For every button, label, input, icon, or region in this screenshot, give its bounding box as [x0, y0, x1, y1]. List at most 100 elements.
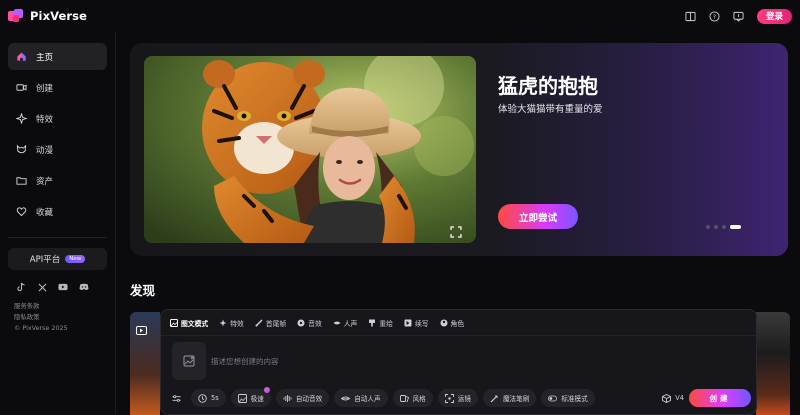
new-badge: New — [65, 255, 86, 263]
sidebar: 主页 创建 特效 动漫 资产 收藏 API平台 New 服务条款 隐私政策 © … — [0, 32, 116, 415]
model-selector[interactable]: V4 — [662, 393, 684, 403]
sparkle-icon — [219, 319, 227, 327]
folder-icon — [16, 175, 27, 186]
message-icon[interactable] — [733, 10, 745, 22]
sliders-icon — [171, 394, 181, 403]
camera-movement-button[interactable]: 运镜 — [437, 389, 478, 407]
banner-image[interactable] — [144, 56, 476, 243]
tab-label: 续写 — [414, 319, 429, 328]
discover-thumbnail[interactable] — [756, 312, 790, 415]
composer-toolbar: 5s 极速 自动音效 自动人声 风格 运镜 魔法笔刷 标准模式 V4 创建 — [166, 387, 751, 409]
top-bar: PixVerse ? 登录 — [0, 0, 800, 32]
settings-button[interactable] — [166, 389, 186, 407]
character-icon — [440, 319, 448, 327]
fullscreen-icon[interactable] — [450, 223, 462, 238]
duration-button[interactable]: 5s — [191, 389, 226, 407]
sidebar-divider — [8, 237, 107, 238]
tab-image-text[interactable]: 图文模式 — [170, 318, 208, 328]
style-label: 风格 — [412, 395, 426, 403]
tab-voice[interactable]: 人声 — [333, 318, 358, 328]
prompt-input[interactable]: 描述您想创建的内容 — [211, 356, 279, 367]
home-icon — [16, 51, 27, 62]
book-icon[interactable] — [685, 10, 697, 22]
privacy-link[interactable]: 隐私政策 — [14, 312, 107, 323]
app-name: PixVerse — [30, 9, 87, 23]
sidebar-item-label: 动漫 — [36, 145, 54, 156]
speed-label: 极速 — [250, 395, 264, 403]
sidebar-item-assets[interactable]: 资产 — [8, 167, 107, 194]
carousel-dot-active[interactable] — [730, 225, 741, 229]
image-icon — [170, 318, 178, 327]
help-icon[interactable]: ? — [709, 10, 721, 22]
tab-repaint[interactable]: 重绘 — [368, 318, 393, 328]
brush-icon — [368, 319, 376, 327]
clock-icon — [198, 393, 207, 403]
tab-start-end-frames[interactable]: 首尾帧 — [255, 318, 286, 328]
magic-brush-button[interactable]: 魔法笔刷 — [482, 389, 537, 407]
tiger-hug-illustration — [144, 56, 476, 243]
anime-mask-icon — [16, 144, 27, 155]
banner-title: 猛虎的抱抱 — [498, 74, 598, 98]
carousel-dots — [706, 225, 741, 229]
toggle-icon — [548, 394, 558, 403]
sidebar-item-create[interactable]: 创建 — [8, 74, 107, 101]
sidebar-item-effects[interactable]: 特效 — [8, 105, 107, 132]
sidebar-item-label: 特效 — [36, 114, 54, 125]
lips-icon — [333, 319, 341, 327]
x-icon[interactable] — [37, 282, 47, 292]
discover-thumbnail[interactable] — [130, 312, 160, 415]
tiktok-icon[interactable] — [16, 282, 26, 292]
footer-links: 服务条款 隐私政策 © PixVerse 2025 — [8, 301, 107, 334]
logo[interactable]: PixVerse — [8, 9, 87, 23]
image-upload-button[interactable] — [172, 342, 206, 380]
hero-banner[interactable]: 猛虎的抱抱 体验大猫猫带有重量的爱 立即尝试 — [130, 43, 788, 256]
speed-button[interactable]: 极速 — [230, 387, 271, 407]
mode-toggle[interactable]: 标准模式 — [541, 389, 595, 407]
tab-sound-effects[interactable]: 音效 — [297, 318, 322, 328]
tab-label: 特效 — [230, 319, 244, 328]
heart-icon — [16, 206, 27, 217]
carousel-dot[interactable] — [722, 225, 726, 229]
tab-label: 首尾帧 — [265, 319, 287, 328]
style-button[interactable]: 风格 — [392, 389, 433, 407]
carousel-dot[interactable] — [714, 225, 718, 229]
duration-label: 5s — [211, 394, 219, 402]
carousel-dot[interactable] — [706, 225, 710, 229]
sidebar-item-home[interactable]: 主页 — [8, 43, 107, 70]
music-icon — [297, 319, 305, 327]
sidebar-item-anime[interactable]: 动漫 — [8, 136, 107, 163]
video-icon — [136, 320, 147, 339]
sidebar-item-favorites[interactable]: 收藏 — [8, 198, 107, 225]
tab-continue[interactable]: 续写 — [404, 318, 429, 328]
tab-label: 图文模式 — [181, 319, 209, 328]
terms-link[interactable]: 服务条款 — [14, 301, 107, 312]
discover-title: 发现 — [130, 283, 156, 298]
discord-icon[interactable] — [79, 282, 89, 292]
create-button[interactable]: 创建 — [689, 389, 751, 407]
auto-voice-button[interactable]: 自动人声 — [334, 389, 388, 407]
magic-brush-label: 魔法笔刷 — [502, 395, 530, 403]
sidebar-item-label: 主页 — [36, 52, 54, 63]
tab-effects[interactable]: 特效 — [219, 318, 244, 328]
try-now-button[interactable]: 立即尝试 — [498, 204, 578, 229]
sparkle-icon — [16, 113, 27, 124]
mode-label: 标准模式 — [561, 395, 588, 403]
audio-wave-icon — [283, 394, 292, 403]
composer-tabs: 图文模式 特效 首尾帧 音效 人声 重绘 续写 角色 — [161, 310, 756, 336]
sidebar-item-label: 创建 — [36, 83, 54, 94]
tab-label: 角色 — [450, 319, 465, 328]
style-icon — [399, 394, 409, 403]
sidebar-item-label: 资产 — [36, 176, 54, 187]
premium-gem-icon — [263, 387, 270, 393]
login-button[interactable]: 登录 — [756, 8, 792, 24]
api-platform-button[interactable]: API平台 New — [8, 248, 107, 270]
tab-character[interactable]: 角色 — [440, 318, 465, 328]
youtube-icon[interactable] — [58, 282, 68, 292]
lips-icon — [341, 394, 351, 403]
video-camera-icon — [16, 82, 27, 93]
continue-icon — [404, 319, 412, 327]
tab-label: 人声 — [343, 319, 358, 328]
auto-sfx-button[interactable]: 自动音效 — [275, 389, 330, 407]
magic-brush-icon — [490, 394, 499, 403]
tab-label: 重绘 — [379, 319, 393, 328]
